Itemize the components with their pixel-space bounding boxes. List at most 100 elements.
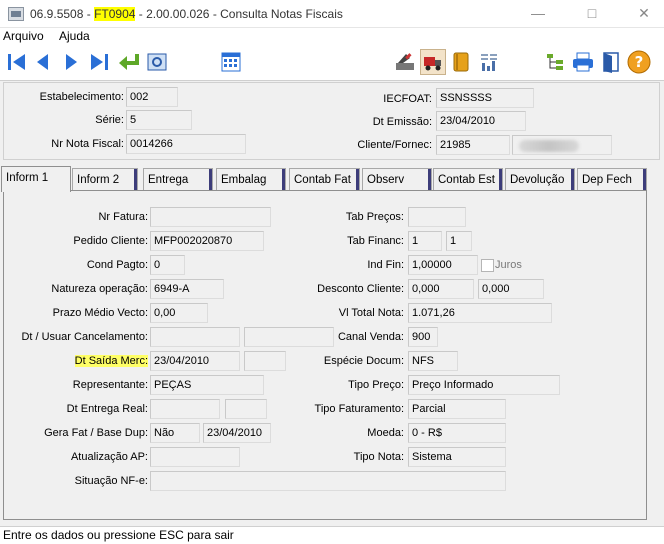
tab-observ[interactable]: Observ: [362, 168, 432, 191]
situacao-nfe-label: Situação NF-e:: [74, 475, 148, 487]
next-record-icon[interactable]: [58, 49, 84, 75]
svg-text:?: ?: [635, 53, 644, 71]
previous-record-icon[interactable]: [30, 49, 56, 75]
report-chart-icon[interactable]: [476, 49, 502, 75]
tab-dep-fech[interactable]: Dep Fech: [577, 168, 647, 191]
juros-checkbox[interactable]: [481, 259, 494, 272]
nr-fatura-field[interactable]: [150, 207, 271, 227]
usuar-cancel-field[interactable]: [244, 327, 334, 347]
tab-contab-est[interactable]: Contab Est: [433, 168, 503, 191]
tab-inform-1[interactable]: Inform 1: [1, 166, 71, 192]
menu-bar: Arquivo Ajuda: [0, 28, 664, 44]
tipo-faturamento-field[interactable]: Parcial: [408, 399, 506, 419]
menu-arquivo[interactable]: Arquivo: [3, 28, 44, 44]
tipo-nota-label: Tipo Nota:: [353, 451, 404, 463]
dt-cancel-field[interactable]: [150, 327, 240, 347]
desconto-field[interactable]: 0,000: [408, 279, 474, 299]
dt-entrega-field[interactable]: [150, 399, 220, 419]
dt-saida-field[interactable]: 23/04/2010: [150, 351, 240, 371]
printer-icon[interactable]: [570, 49, 596, 75]
first-record-icon[interactable]: [4, 49, 30, 75]
dt-saida-label: Dt Saída Merc:: [74, 355, 148, 367]
desconto-2-field[interactable]: 0,000: [478, 279, 544, 299]
situacao-nfe-field[interactable]: [150, 471, 506, 491]
natureza-field[interactable]: 6949-A: [150, 279, 224, 299]
tipo-faturamento-label: Tipo Faturamento:: [314, 403, 404, 415]
especie-field[interactable]: NFS: [408, 351, 458, 371]
tipo-preco-label: Tipo Preço:: [348, 379, 404, 391]
vl-total-label: Vl Total Nota:: [338, 307, 404, 319]
tab-bar: Inform 1 Inform 2 Entrega Embalag Contab…: [0, 166, 664, 192]
tab-contab-fat[interactable]: Contab Fat: [289, 168, 360, 191]
last-record-icon[interactable]: [86, 49, 112, 75]
book-icon[interactable]: [448, 49, 474, 75]
serie-field[interactable]: 5: [126, 110, 192, 130]
cond-pagto-label: Cond Pagto:: [86, 259, 148, 271]
tab-financ-field[interactable]: 1: [408, 231, 442, 251]
status-bar: Entre os dados ou pressione ESC para sai…: [0, 526, 664, 544]
gera-fat-field[interactable]: Não: [150, 423, 200, 443]
tab-inform-2[interactable]: Inform 2: [72, 168, 138, 191]
window-title: 06.9.5508 - FT0904 - 2.00.00.026 - Consu…: [30, 7, 343, 21]
tab-precos-field[interactable]: [408, 207, 466, 227]
especie-label: Espécie Docum:: [323, 355, 404, 367]
tab-financ-index-field[interactable]: 1: [446, 231, 472, 251]
close-button[interactable]: ✕: [626, 2, 662, 24]
estabelecimento-field[interactable]: 002: [126, 87, 178, 107]
return-icon[interactable]: [116, 49, 142, 75]
vl-total-field[interactable]: 1.071,26: [408, 303, 552, 323]
dt-emissao-field[interactable]: 23/04/2010: [436, 111, 526, 131]
prazo-medio-field[interactable]: 0,00: [150, 303, 208, 323]
canal-venda-label: Canal Venda:: [337, 331, 404, 343]
moeda-field[interactable]: 0 - R$: [408, 423, 506, 443]
tipo-preco-field[interactable]: Preço Informado: [408, 375, 560, 395]
tree-icon[interactable]: [542, 49, 568, 75]
header-panel: Estabelecimento: 002 Série: 5 Nr Nota Fi…: [3, 82, 660, 160]
ind-fin-field[interactable]: 1,00000: [408, 255, 478, 275]
hr-saida-field[interactable]: [244, 351, 286, 371]
juros-label: Juros: [495, 259, 522, 271]
nr-nota-field[interactable]: 0014266: [126, 134, 246, 154]
menu-ajuda[interactable]: Ajuda: [59, 28, 90, 44]
exit-door-icon[interactable]: [598, 49, 624, 75]
pedido-cliente-label: Pedido Cliente:: [73, 235, 148, 247]
estabelecimento-label: Estabelecimento:: [39, 91, 124, 103]
tab-entrega[interactable]: Entrega: [143, 168, 213, 191]
representante-field[interactable]: PEÇAS: [150, 375, 264, 395]
edit-document-icon[interactable]: [392, 49, 418, 75]
dt-cancel-label: Dt / Usuar Cancelamento:: [21, 331, 148, 343]
prazo-medio-label: Prazo Médio Vecto:: [52, 307, 148, 319]
atualizacao-ap-label: Atualização AP:: [70, 451, 148, 463]
hr-entrega-field[interactable]: [225, 399, 267, 419]
serie-label: Série:: [95, 114, 124, 126]
tab-financ-label: Tab Financ:: [347, 235, 404, 247]
dt-emissao-label: Dt Emissão:: [372, 116, 432, 128]
app-icon: [8, 7, 24, 21]
nr-nota-label: Nr Nota Fiscal:: [51, 138, 124, 150]
natureza-label: Natureza operação:: [51, 283, 148, 295]
cliente-label: Cliente/Fornec:: [357, 139, 432, 151]
representante-label: Representante:: [72, 379, 148, 391]
canal-venda-field[interactable]: 900: [408, 327, 438, 347]
redacted-name: [519, 140, 579, 152]
atualizacao-ap-field[interactable]: [150, 447, 240, 467]
help-icon[interactable]: ?: [626, 49, 652, 75]
cliente-name-field[interactable]: [512, 135, 612, 155]
desconto-label: Desconto Cliente:: [317, 283, 404, 295]
pedido-cliente-field[interactable]: MFP002020870: [150, 231, 264, 251]
cliente-field[interactable]: 21985: [436, 135, 510, 155]
tab-devolucao[interactable]: Devolução: [505, 168, 575, 191]
truck-icon[interactable]: [420, 49, 446, 75]
maximize-button[interactable]: □: [574, 2, 610, 24]
iecfoat-label: IECFOAT:: [383, 93, 432, 105]
minimize-button[interactable]: —: [520, 2, 556, 24]
calendar-grid-icon[interactable]: [218, 49, 244, 75]
tipo-nota-field[interactable]: Sistema: [408, 447, 506, 467]
gera-fat-label: Gera Fat / Base Dup:: [44, 427, 148, 439]
cond-pagto-field[interactable]: 0: [150, 255, 185, 275]
tab-embalag[interactable]: Embalag: [216, 168, 286, 191]
base-dup-field[interactable]: 23/04/2010: [203, 423, 271, 443]
dt-entrega-label: Dt Entrega Real:: [66, 403, 148, 415]
preview-icon[interactable]: [144, 49, 170, 75]
iecfoat-field[interactable]: SSNSSSS: [436, 88, 534, 108]
